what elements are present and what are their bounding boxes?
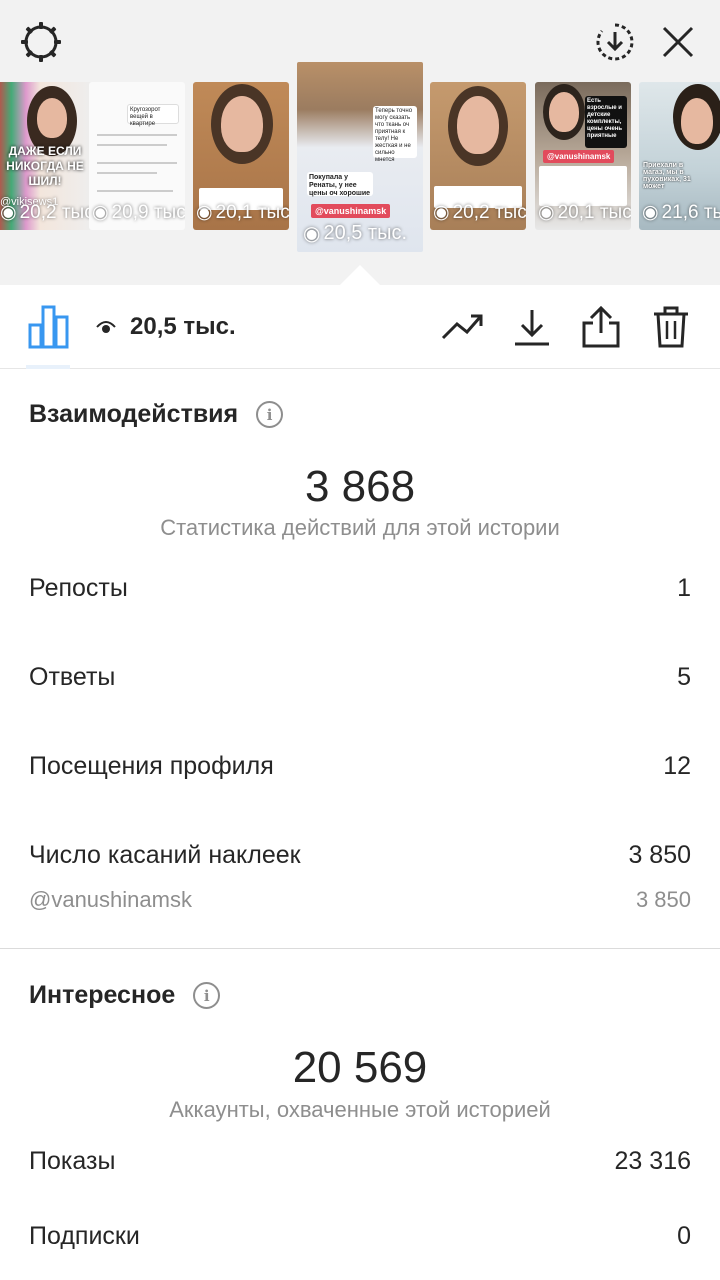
bar-chart-icon: [28, 305, 69, 349]
story-mention: @vanushinamsk: [311, 204, 391, 218]
story-views-value: 20,9 тыс.: [111, 201, 185, 223]
metric-row: Репосты 1: [29, 574, 691, 603]
download-button[interactable]: [510, 305, 554, 349]
story-thumbnail[interactable]: Приехали в магаз, мы в пуховиках, 31 мож…: [639, 82, 720, 230]
story-thumbnail[interactable]: ДАЖЕ ЕСЛИ НИКОГДА НЕ ШИЛ! @vikisews1 ◉ 20…: [0, 82, 93, 230]
info-icon[interactable]: i: [256, 401, 284, 428]
story-views: ◉ 20,5 тыс.: [303, 221, 407, 246]
share-icon: [582, 305, 620, 348]
selected-story-pointer: [340, 265, 380, 285]
close-icon: [662, 26, 694, 58]
section-divider: [0, 948, 720, 949]
metric-row: Ответы 5: [29, 663, 691, 692]
story-thumbnail[interactable]: ◉ 20,2 тыс.: [430, 82, 526, 230]
metric-label: Число касаний наклеек: [29, 841, 301, 869]
story-views-total: 20,5 тыс.: [96, 313, 236, 341]
metric-label: Ответы: [29, 663, 116, 691]
story-views-value: 20,2 тыс.: [452, 201, 526, 223]
stories-strip-area: ДАЖЕ ЕСЛИ НИКОГДА НЕ ШИЛ! @vikisews1 ◉ 20…: [0, 0, 720, 285]
discovery-title: Интересное: [29, 981, 176, 1009]
story-caption: Покупала у Ренаты, у нее цены оч хорошие: [307, 172, 373, 197]
story-side-text: Теперь точно могу сказать что ткань оч п…: [373, 106, 417, 163]
metric-row: Посещения профиля 12: [29, 752, 691, 781]
save-story-button[interactable]: [590, 17, 640, 67]
discovery-total: 20 569: [292, 1043, 428, 1092]
story-thumbnail-selected[interactable]: Теперь точно могу сказать что ткань оч п…: [297, 62, 423, 252]
story-views: ◉ 20,2 тыс.: [0, 201, 93, 224]
download-icon: [515, 310, 549, 346]
metric-value: 0: [677, 1222, 691, 1250]
sticker-row[interactable]: @vanushinamsk 3 850: [29, 887, 691, 913]
metric-row: Подписки 0: [29, 1222, 691, 1251]
settings-button[interactable]: [16, 17, 66, 67]
story-thumbnail[interactable]: ◉ 20,1 тыс.: [193, 82, 289, 230]
story-views: ◉ 20,1 тыс.: [538, 201, 631, 224]
views-value: 20,5 тыс.: [130, 313, 236, 340]
download-circle-icon: [596, 23, 634, 61]
story-toolbar: 20,5 тыс.: [0, 285, 720, 369]
metric-label: Посещения профиля: [29, 752, 274, 780]
metric-row: Показы 23 316: [29, 1147, 691, 1176]
story-views-value: 20,2 тыс.: [19, 201, 93, 223]
insights-tab[interactable]: [26, 303, 72, 349]
metric-label: Репосты: [29, 574, 128, 602]
story-mention: @vanushinamsk: [543, 150, 615, 163]
sticker-value: 3 850: [635, 887, 691, 912]
metric-value: 3 850: [628, 841, 691, 869]
story-views-value: 20,5 тыс.: [323, 222, 408, 244]
story-views: ◉ 20,9 тыс.: [92, 201, 185, 224]
story-thumbnails: ДАЖЕ ЕСЛИ НИКОГДА НЕ ШИЛ! @vikisews1 ◉ 20…: [0, 62, 720, 252]
story-caption: Есть взрослые и детские комплекты, цены …: [585, 96, 627, 148]
sticker-label: @vanushinamsk: [29, 887, 192, 912]
eye-icon: ◉: [196, 202, 213, 223]
trending-up-icon: [441, 314, 483, 340]
share-button[interactable]: [579, 305, 623, 349]
close-button[interactable]: [653, 17, 703, 67]
eye-icon: ◉: [642, 202, 659, 223]
discovery-header: Интересное i: [29, 981, 221, 1010]
story-views-value: 20,1 тыс.: [215, 201, 289, 223]
interactions-total: 3 868: [304, 462, 416, 511]
gear-icon: [21, 22, 61, 62]
story-caption: Кругозорот вещей в квартире: [127, 104, 179, 127]
metric-value: 1: [677, 574, 691, 602]
interactions-header: Взаимодействия i: [29, 400, 284, 429]
metric-value: 12: [663, 752, 691, 780]
story-views-value: 21,6 тыс.: [661, 201, 720, 223]
interactions-title: Взаимодействия: [29, 400, 239, 428]
story-views: ◉ 20,1 тыс.: [196, 201, 289, 224]
trash-icon: [654, 306, 688, 348]
eye-icon: ◉: [538, 202, 555, 223]
eye-icon: ◉: [92, 202, 109, 223]
eye-icon: ◉: [303, 223, 321, 245]
story-caption: Приехали в магаз, мы в пуховиках, 31 мож…: [643, 162, 691, 190]
metric-row: Число касаний наклеек 3 850: [29, 841, 691, 870]
story-caption: ДАЖЕ ЕСЛИ НИКОГДА НЕ ШИЛ!: [6, 144, 84, 188]
metric-value: 23 316: [614, 1147, 691, 1175]
story-views-value: 20,1 тыс.: [557, 201, 631, 223]
story-views: ◉ 20,2 тыс.: [433, 201, 526, 224]
metric-label: Подписки: [29, 1222, 140, 1250]
promote-button[interactable]: [441, 305, 485, 349]
active-tab-indicator: [26, 365, 70, 369]
metric-label: Показы: [29, 1147, 116, 1175]
interactions-caption: Статистика действий для этой истории: [160, 515, 560, 540]
eye-icon: ◉: [433, 202, 450, 223]
eye-icon: [96, 321, 116, 333]
eye-icon: ◉: [0, 202, 17, 223]
story-views: ◉21,6 тыс.: [642, 201, 720, 224]
metric-value: 5: [677, 663, 691, 691]
story-thumbnail[interactable]: Есть взрослые и детские комплекты, цены …: [535, 82, 631, 230]
info-icon[interactable]: i: [193, 982, 221, 1009]
story-thumbnail[interactable]: Кругозорот вещей в квартире ◉ 20,9 тыс.: [89, 82, 185, 230]
discovery-caption: Аккаунты, охваченные этой историей: [169, 1097, 551, 1122]
delete-button[interactable]: [649, 305, 693, 349]
